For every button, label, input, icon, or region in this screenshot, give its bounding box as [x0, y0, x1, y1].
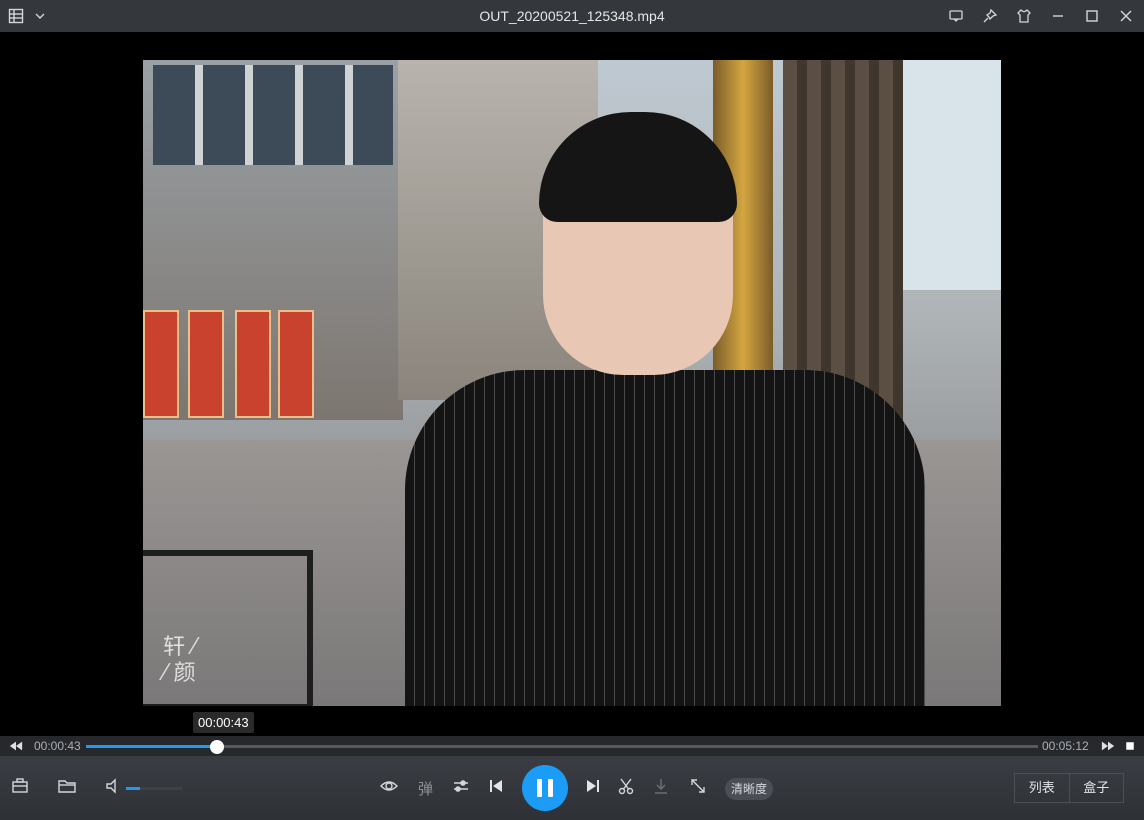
fast-forward-icon[interactable]: [1101, 739, 1115, 753]
video-frame[interactable]: 轩 ⁄ ⁄ 颜: [143, 60, 1001, 706]
quality-button[interactable]: 清晰度: [725, 778, 774, 800]
seek-knob[interactable]: [210, 740, 225, 754]
progress-row: 00:00:43 00:05:12: [0, 736, 1144, 756]
video-area[interactable]: 轩 ⁄ ⁄ 颜: [0, 32, 1144, 736]
title-bar: OUT_20200521_125348.mp4: [0, 0, 1144, 32]
seek-bar-fill: [86, 745, 218, 748]
control-bar: 弹 清晰度 列表 盒子: [0, 756, 1144, 820]
skin-icon[interactable]: [1014, 6, 1034, 26]
message-icon[interactable]: [946, 6, 966, 26]
current-time: 00:00:43: [34, 739, 81, 753]
open-folder-icon[interactable]: [57, 776, 77, 796]
danmu-toggle[interactable]: 弹: [418, 778, 433, 799]
total-time: 00:05:12: [1042, 739, 1089, 753]
toolbox-icon[interactable]: [10, 776, 30, 796]
next-icon[interactable]: [583, 776, 603, 796]
volume-icon[interactable]: [103, 776, 123, 796]
eye-icon[interactable]: [379, 776, 399, 796]
equalizer-icon[interactable]: [451, 776, 471, 796]
pause-button[interactable]: [522, 765, 568, 811]
rewind-icon[interactable]: [9, 739, 23, 753]
stop-icon[interactable]: [1124, 740, 1136, 752]
scissors-icon[interactable]: [616, 776, 636, 796]
fullscreen-icon[interactable]: [688, 776, 708, 796]
title-bar-right: [946, 6, 1136, 26]
maximize-icon[interactable]: [1082, 6, 1102, 26]
close-icon[interactable]: [1116, 6, 1136, 26]
previous-icon[interactable]: [486, 776, 506, 796]
seek-bar[interactable]: [86, 740, 1038, 754]
list-button[interactable]: 列表: [1015, 774, 1069, 802]
video-scene-person: [405, 370, 925, 706]
minimize-icon[interactable]: [1048, 6, 1068, 26]
seek-tooltip: 00:00:43: [193, 712, 254, 733]
video-scene-building: [143, 60, 403, 420]
pin-icon[interactable]: [980, 6, 1000, 26]
volume-slider[interactable]: [126, 787, 182, 790]
video-watermark: 轩 ⁄ ⁄ 颜: [163, 635, 196, 686]
download-icon[interactable]: [651, 776, 671, 796]
box-button[interactable]: 盒子: [1068, 774, 1124, 802]
list-box-switch: 列表 盒子: [1014, 773, 1124, 803]
volume-fill: [126, 787, 140, 790]
